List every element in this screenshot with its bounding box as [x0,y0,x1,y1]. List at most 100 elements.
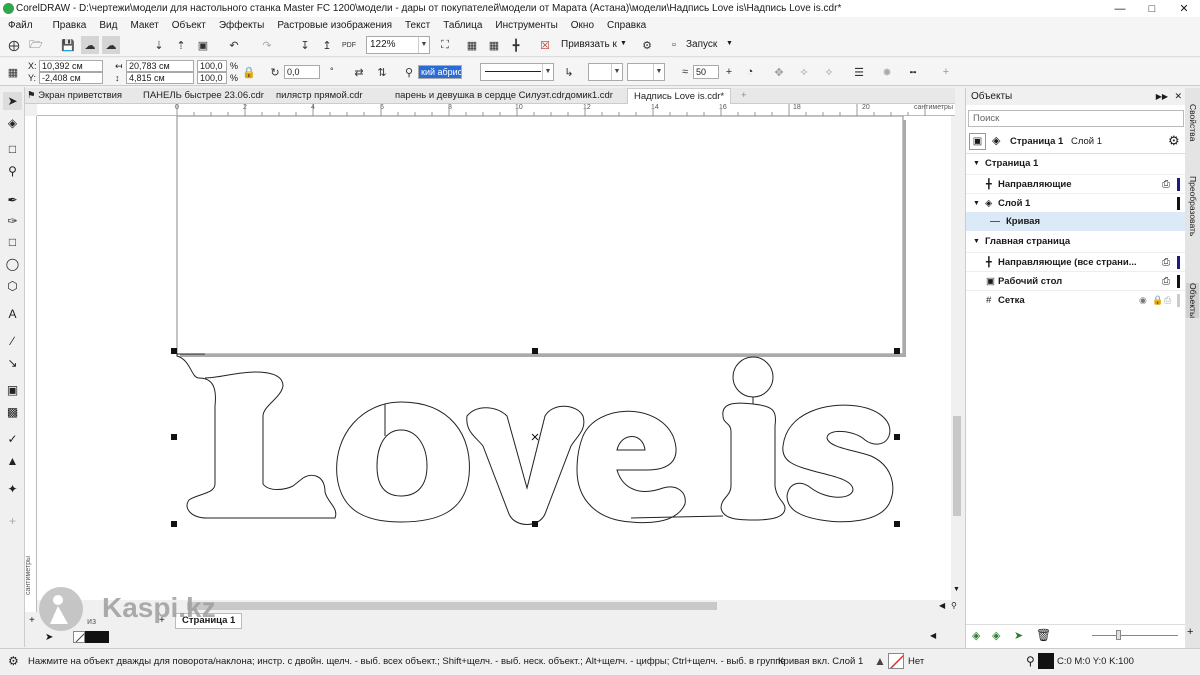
new-tab-plus-icon[interactable]: + [735,88,753,104]
side-tab-properties[interactable]: Свойства [1186,104,1199,141]
delete-trash-icon[interactable]: 🗑 [1036,628,1051,642]
close-button[interactable]: ✕ [1168,0,1200,17]
menu-bitmaps[interactable]: Растровые изображения [277,20,392,31]
x-position-field[interactable]: 10,392 см [39,60,103,72]
parallel-dimension-tool-icon[interactable]: ∕ [3,332,22,350]
outline-color-swatch[interactable] [1038,653,1054,669]
menu-tools[interactable]: Инструменты [495,20,557,31]
menu-text[interactable]: Текст [405,20,430,31]
current-page-label[interactable]: Страница 1 [1010,136,1063,147]
tab-pilaster[interactable]: пилястр прямой.cdr [270,88,369,104]
export-file-icon[interactable]: ↥ [318,36,336,54]
handle-top-left[interactable] [171,348,177,354]
publish-icon[interactable]: ▣ [194,36,212,54]
start-arrow-combo[interactable]: ▼ [588,63,623,81]
horizontal-scroll-thumb[interactable] [187,602,717,610]
menu-effects[interactable]: Эффекты [219,20,264,31]
tab-welcome[interactable]: ⚑ Экран приветствия [25,88,128,104]
reference-point-icon[interactable]: ▦ [4,63,22,81]
export-icon[interactable]: ⇡ [172,36,190,54]
full-screen-icon[interactable]: ⛶ [436,36,454,54]
print-icon[interactable]: ⎙ [1164,291,1171,310]
new-document-icon[interactable]: ⨁ [5,36,23,54]
plus-icon[interactable]: + [720,63,738,81]
close-curve-icon[interactable]: ◔ [741,63,759,81]
docker-expand-icon[interactable]: ▶▶ [1156,88,1168,105]
end-arrow-combo[interactable]: ▼ [627,63,665,81]
objects-search-input[interactable]: Поиск [968,110,1184,127]
menu-window[interactable]: Окно [571,20,594,31]
scroll-left-arrow-icon[interactable]: ◀ [939,601,945,610]
tree-row-grid[interactable]: # Сетка ◉ 🔒 ⎙ [966,290,1186,309]
show-grid-icon[interactable]: ▦ [485,36,503,54]
expand-arrow-icon[interactable]: ▼ [973,232,980,251]
rotation-angle-field[interactable]: 0,0 [284,65,320,79]
handle-middle-right[interactable] [894,434,900,440]
print-icon[interactable]: ⎙ [1162,272,1170,291]
connector-tool-icon[interactable]: ↘ [3,354,22,372]
new-master-layer-icon[interactable]: ◈ [992,629,1000,642]
menu-object[interactable]: Объект [172,20,206,31]
snap-to-label[interactable]: Привязать к [561,39,617,50]
add-tool-icon[interactable]: + [3,512,22,530]
current-layer-label[interactable]: Слой 1 [1071,136,1102,147]
show-guidelines-icon[interactable]: ╋ [507,36,525,54]
cloud-download-icon[interactable]: ☁ [102,36,120,54]
eyedropper-tool-icon[interactable]: ✓ [3,430,22,448]
polygon-tool-icon[interactable]: ⬡ [3,277,22,295]
height-field[interactable]: 4,815 см [126,72,194,84]
mirror-horizontal-icon[interactable]: ⇄ [350,63,368,81]
print-icon[interactable]: ⎙ [1162,253,1170,272]
import-file-icon[interactable]: ↧ [296,36,314,54]
docker-settings-gear-icon[interactable]: ⚙ [1168,133,1180,149]
no-color-swatch[interactable] [73,631,85,643]
ellipse-tool-icon[interactable]: ◯ [3,255,22,273]
lock-icon[interactable]: 🔒 [1152,291,1163,310]
save-icon[interactable]: 💾 [59,36,77,54]
add-page-icon[interactable]: + [29,615,35,626]
drop-shadow-tool-icon[interactable]: ▣ [3,381,22,399]
wrap-text-icon[interactable]: ☰ [850,63,868,81]
drawing-canvas[interactable] [37,116,951,600]
zoom-icon[interactable]: ⚲ [951,601,957,610]
palette-pick-icon[interactable]: ➤ [45,632,53,643]
mirror-vertical-icon[interactable]: ⇅ [373,63,391,81]
scale-x-field[interactable]: 100,0 [197,60,227,72]
extract-subpath-icon[interactable]: ✥ [770,63,788,81]
cloud-upload-icon[interactable]: ☁ [81,36,99,54]
width-field[interactable]: 20,783 см [126,60,194,72]
palette-scroll-icon[interactable]: ◀ [930,631,936,640]
artistic-media-tool-icon[interactable]: ✑ [3,212,22,230]
page-options-icon[interactable]: ▣ [969,133,986,150]
handle-top-middle[interactable] [532,348,538,354]
rectangle-tool-icon[interactable]: □ [3,233,22,251]
expand-arrow-icon[interactable]: ▼ [973,194,980,213]
tree-row-page1[interactable]: ▼ Страница 1 [966,154,1186,173]
scroll-down-arrow-icon[interactable]: ▼ [953,586,960,593]
print-icon[interactable]: ⎙ [1162,175,1170,194]
black-swatch[interactable] [85,631,109,643]
tab-couple-heart[interactable]: парень и девушка в сердце Силуэт.cdr [389,88,571,104]
vertical-scroll-thumb[interactable] [953,416,961,516]
outline-options-icon[interactable]: ↳ [560,63,578,81]
import-icon[interactable]: ⇣ [150,36,168,54]
tree-row-guides[interactable]: ╋ Направляющие ⎙ [966,174,1186,193]
docker-close-icon[interactable]: ✕ [1174,88,1182,105]
auto-close-icon[interactable]: ✧ [820,63,838,81]
launch-app-icon[interactable]: ▫ [665,36,683,54]
smart-fill-tool-icon[interactable]: ✦ [3,480,22,498]
status-gear-icon[interactable]: ⚙ [8,654,19,668]
handle-bottom-right[interactable] [894,521,900,527]
quick-trace-icon[interactable]: ✸ [878,63,896,81]
side-add-tab-icon[interactable]: + [1187,626,1193,638]
crop-tool-icon[interactable]: □ [3,140,22,158]
tree-row-guides-all[interactable]: ╋ Направляющие (все страни... ⎙ [966,252,1186,271]
lock-ratio-icon[interactable]: 🔒 [240,63,258,81]
zoom-tool-icon[interactable]: ⚲ [3,162,22,180]
tab-house[interactable]: домик1.cdr [559,88,619,104]
y-position-field[interactable]: -2,408 см [39,72,103,84]
interactive-fill-tool-icon[interactable]: ▲ [3,452,22,470]
snap-dropdown-chevron-icon[interactable]: ▼ [620,40,627,47]
zoom-level-combo[interactable]: 122% ▼ [366,36,430,54]
tree-row-curve[interactable]: Кривая [966,212,1186,231]
